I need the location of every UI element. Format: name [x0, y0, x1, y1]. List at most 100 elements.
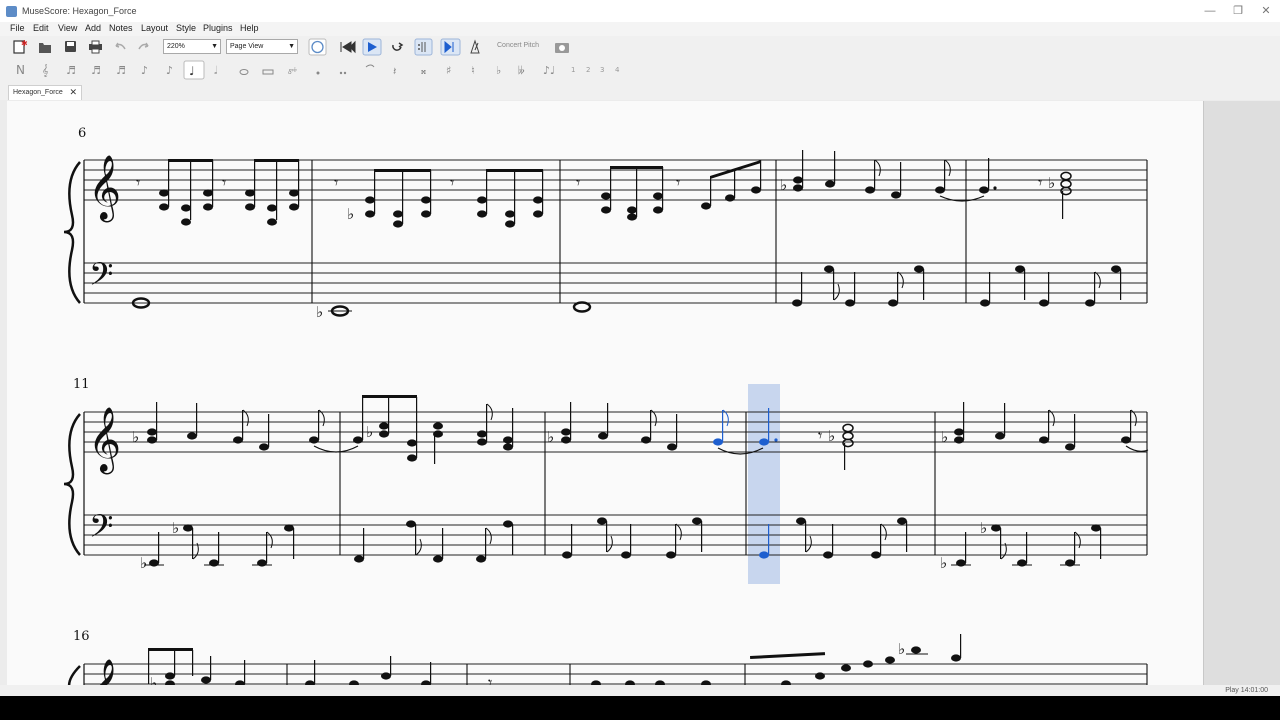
metronome-icon[interactable]: [470, 39, 480, 54]
flip-direction-icon[interactable]: ♪♩: [543, 64, 555, 77]
quarter-note-icon: ♩: [189, 64, 195, 78]
notes-system-3: ♭ 𝄾 ♭: [148, 634, 962, 685]
rest-icon[interactable]: 𝄽: [393, 65, 396, 78]
measure-number: 16: [73, 629, 90, 644]
svg-text:♭: ♭: [316, 303, 323, 321]
menu-plugins[interactable]: Plugins: [203, 23, 233, 33]
bass-clef: 𝄢: [89, 508, 113, 552]
midi-input-icon[interactable]: [308, 38, 327, 56]
half-note-icon[interactable]: 𝅗𝅥: [214, 64, 218, 77]
os-taskbar: [0, 696, 1280, 720]
svg-text:𝄾: 𝄾: [1038, 173, 1042, 192]
menu-view[interactable]: View: [58, 23, 77, 33]
svg-text:♭: ♭: [140, 554, 147, 572]
menu-edit[interactable]: Edit: [33, 23, 49, 33]
barlines-1: [311, 160, 1148, 303]
minimize-button[interactable]: —: [1196, 4, 1224, 18]
selected-duration-button[interactable]: ♩: [183, 60, 205, 80]
play-repeats-icon[interactable]: [414, 38, 433, 56]
natural-icon[interactable]: ♮: [471, 64, 475, 77]
voice-toggle-icon[interactable]: 𝄞: [42, 64, 49, 77]
voice-1-button[interactable]: 1: [571, 66, 575, 74]
redo-icon[interactable]: [138, 42, 149, 50]
rewind-icon[interactable]: [340, 40, 356, 54]
menu-layout[interactable]: Layout: [141, 23, 168, 33]
longa-icon[interactable]: 𝄷: [288, 64, 297, 77]
breve-icon[interactable]: [262, 69, 274, 75]
tab-label: Hexagon_Force: [13, 89, 63, 96]
double-dot-icon[interactable]: [339, 71, 343, 75]
note-input-mode-icon[interactable]: N: [16, 63, 25, 77]
thirty-second-note-icon[interactable]: ♬: [91, 64, 101, 77]
tab-hexagon-force[interactable]: Hexagon_Force ✕: [8, 85, 82, 100]
svg-text:𝄾: 𝄾: [576, 173, 580, 192]
close-button[interactable]: ✕: [1252, 4, 1280, 18]
augmentation-dot-icon[interactable]: [316, 71, 320, 75]
double-sharp-icon[interactable]: 𝄪: [421, 64, 426, 77]
svg-text:𝄾: 𝄾: [222, 173, 226, 192]
new-score-icon[interactable]: ✱: [13, 39, 28, 54]
svg-text:♭: ♭: [1048, 174, 1055, 192]
zoom-value: 220%: [167, 43, 185, 50]
sharp-icon[interactable]: ♯: [446, 64, 451, 77]
chevron-down-icon: ▼: [211, 43, 218, 50]
musescore-app-icon: [6, 6, 17, 17]
eighth-note-flag-icon[interactable]: ♪: [141, 64, 148, 77]
menu-notes[interactable]: Notes: [109, 23, 133, 33]
grand-staff-brace: [63, 161, 81, 304]
sixteenth-note-icon[interactable]: ♬: [116, 64, 126, 77]
menu-add[interactable]: Add: [85, 23, 101, 33]
svg-text:♭: ♭: [547, 428, 554, 446]
voice-2-button[interactable]: 2: [586, 66, 590, 74]
tie-icon[interactable]: [365, 64, 375, 68]
menu-file[interactable]: File: [10, 23, 25, 33]
menu-bar: File Edit View Add Notes Layout Style Pl…: [0, 22, 1280, 36]
view-mode-value: Page View: [230, 43, 264, 50]
svg-text:♭: ♭: [980, 519, 987, 537]
image-capture-icon[interactable]: [555, 43, 569, 53]
zoom-select[interactable]: 220% ▼: [163, 39, 221, 54]
barlines-2: [339, 412, 1148, 555]
flat-icon[interactable]: ♭: [496, 64, 501, 77]
svg-text:♭: ♭: [828, 427, 835, 445]
sixty-fourth-note-icon[interactable]: ♬: [66, 64, 76, 77]
svg-text:♭: ♭: [132, 428, 139, 446]
svg-text:♭: ♭: [347, 205, 354, 223]
double-flat-icon[interactable]: 𝄫: [518, 64, 525, 77]
menu-style[interactable]: Style: [176, 23, 196, 33]
note-input-icons: N 𝄞 ♬ ♬ ♬ ♪ ♪ ♩ 𝅗𝅥 𝄷 𝄽 𝄪 ♯ ♮ ♭ 𝄫 ♪♩ 1 2 …: [16, 60, 620, 80]
title-bar: MuseScore: Hexagon_Force — ❐ ✕: [0, 0, 1280, 22]
menu-help[interactable]: Help: [240, 23, 259, 33]
eighth-note-icon[interactable]: ♪: [166, 64, 173, 77]
loop-icon[interactable]: [392, 42, 404, 51]
playback-status: Play 14:01:00: [1225, 687, 1268, 694]
grand-staff-brace: [63, 413, 81, 556]
open-file-icon[interactable]: [39, 43, 51, 53]
score-tab-bar: Hexagon_Force ✕: [0, 82, 1280, 100]
svg-text:♭: ♭: [172, 519, 179, 537]
score-notation: 6 𝄞 𝄢 𝄾 𝄾 𝄾 ♭ 𝄾 ♭ 𝄾 𝄾 ♭ 𝄾 ♭ 11 𝄞 𝄢 ♭ ♭ ♭…: [63, 126, 1149, 685]
print-icon[interactable]: [89, 40, 102, 54]
close-icon[interactable]: ✕: [69, 87, 77, 98]
score-canvas[interactable]: 6 𝄞 𝄢 𝄾 𝄾 𝄾 ♭ 𝄾 ♭ 𝄾 𝄾 ♭ 𝄾 ♭ 11 𝄞 𝄢 ♭ ♭ ♭…: [7, 101, 1203, 685]
treble-clef: 𝄞: [88, 407, 121, 474]
window-title: MuseScore: Hexagon_Force: [22, 6, 137, 16]
pan-score-icon[interactable]: [440, 38, 461, 56]
whole-note-icon[interactable]: [239, 69, 249, 75]
concert-pitch-button[interactable]: Concert Pitch: [497, 42, 539, 49]
undo-icon[interactable]: [115, 42, 126, 50]
svg-text:✱: ✱: [21, 39, 28, 48]
chevron-down-icon: ▼: [288, 43, 295, 50]
save-icon[interactable]: [65, 41, 76, 52]
restore-button[interactable]: ❐: [1224, 4, 1252, 18]
svg-text:𝄾: 𝄾: [450, 173, 454, 192]
bass-staff-1: [84, 262, 1147, 304]
svg-text:𝄾: 𝄾: [818, 426, 822, 445]
voice-3-button[interactable]: 3: [600, 66, 604, 74]
view-mode-select[interactable]: Page View ▼: [226, 39, 298, 54]
status-bar: Play 14:01:00: [0, 685, 1280, 696]
svg-text:♭: ♭: [150, 674, 157, 685]
play-icon[interactable]: [362, 38, 382, 56]
voice-4-button[interactable]: 4: [615, 66, 620, 74]
note-input-toolbar: N 𝄞 ♬ ♬ ♬ ♪ ♪ ♩ 𝅗𝅥 𝄷 𝄽 𝄪 ♯ ♮ ♭ 𝄫 ♪♩ 1 2 …: [0, 58, 1280, 83]
